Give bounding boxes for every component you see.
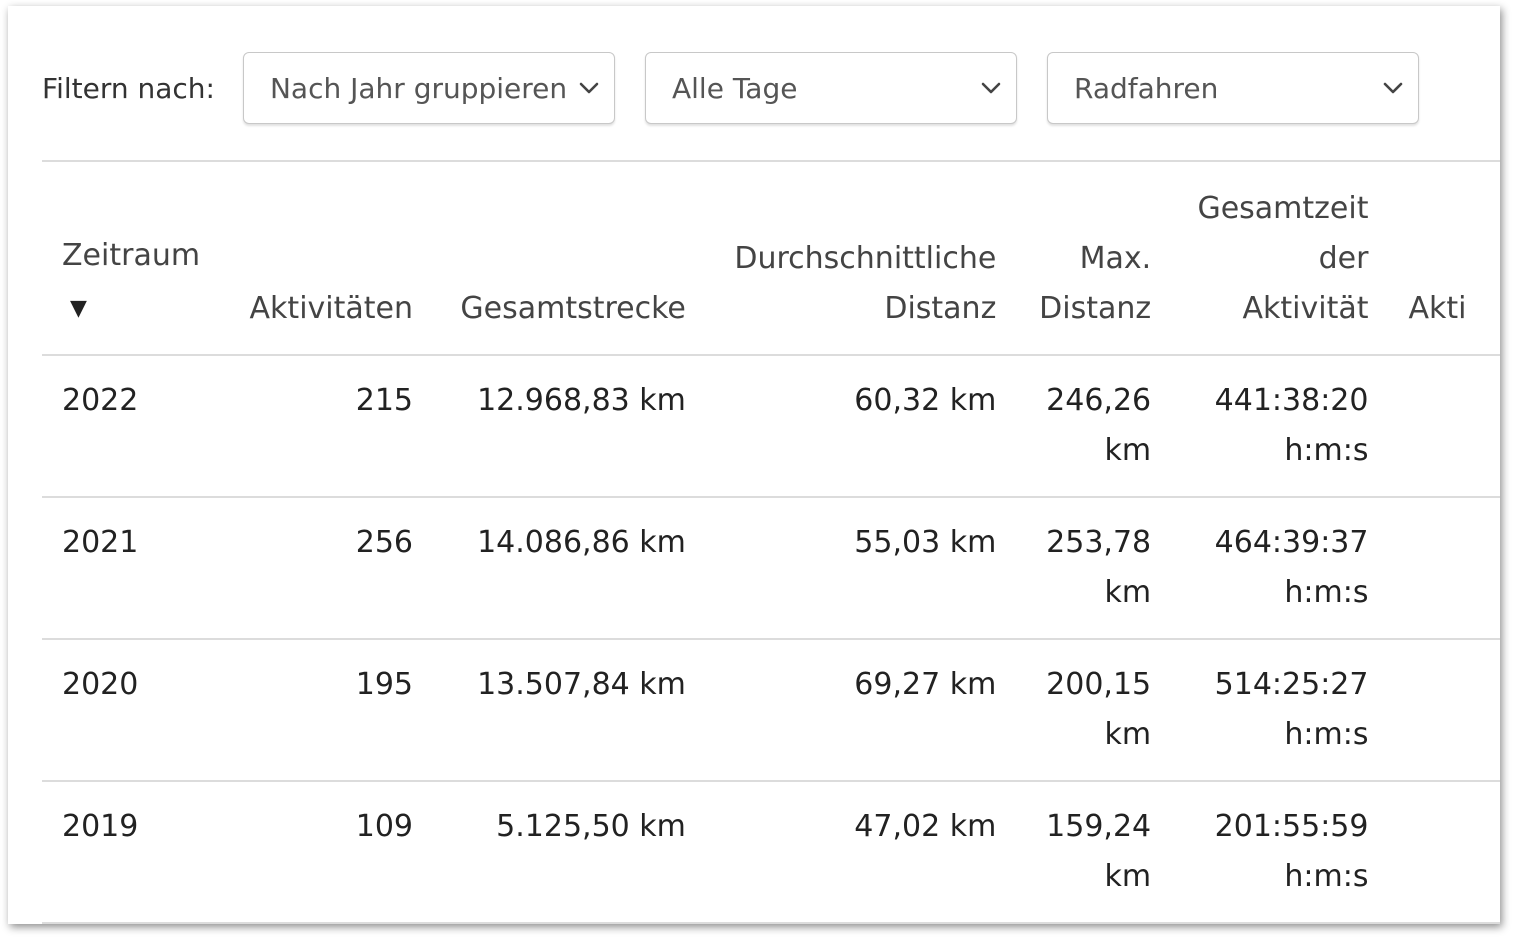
cell-max-distance: 246,26 km — [1046, 383, 1152, 468]
group-by-value: Nach Jahr gruppieren — [269, 71, 568, 105]
table-row: 2022 215 12.968,83 km 60,32 km 246,26 km… — [42, 355, 1500, 497]
days-select[interactable]: Alle Tage — [644, 52, 1017, 124]
sort-descending-icon: ▼ — [70, 296, 87, 321]
cell-total-distance: 5.125,50 km — [496, 809, 686, 844]
cell-total-distance: 13.507,84 km — [477, 667, 686, 702]
column-header-period[interactable]: Zeitraum ▼ — [42, 161, 221, 355]
cell-total-distance: 14.086,86 km — [477, 525, 686, 560]
cell-total-distance: 12.968,83 km — [477, 383, 686, 418]
cell-avg-distance: 47,02 km — [854, 809, 997, 844]
cell-total-time: 464:39:37 h:m:s — [1214, 525, 1369, 610]
cell-period: 2020 — [62, 667, 139, 702]
filter-bar: Filtern nach: Nach Jahr gruppieren Alle … — [42, 50, 1449, 126]
column-header-truncated[interactable]: Akti — [1388, 161, 1500, 355]
group-by-select[interactable]: Nach Jahr gruppieren — [242, 52, 615, 124]
cell-activities: 256 — [355, 525, 413, 560]
cell-period: 2021 — [62, 525, 139, 560]
cell-truncated — [1388, 497, 1500, 639]
cell-max-distance: 253,78 km — [1046, 525, 1152, 610]
cell-truncated — [1388, 639, 1500, 781]
days-value: Alle Tage — [671, 71, 798, 105]
cell-truncated — [1388, 781, 1500, 923]
cell-activities: 109 — [355, 809, 413, 844]
cell-activities: 215 — [355, 383, 413, 418]
cell-avg-distance: 69,27 km — [854, 667, 997, 702]
chevron-down-icon — [981, 82, 1001, 94]
cell-max-distance: 159,24 km — [1046, 809, 1152, 894]
chevron-down-icon — [1383, 82, 1403, 94]
stats-table-container: Zeitraum ▼ Aktivitäten Gesamtstrecke Dur… — [42, 160, 1500, 924]
sport-select[interactable]: Radfahren — [1046, 52, 1419, 124]
screenshot-panel: Filtern nach: Nach Jahr gruppieren Alle … — [8, 6, 1500, 924]
table-row: 2020 195 13.507,84 km 69,27 km 200,15 km… — [42, 639, 1500, 781]
column-header-max-distance[interactable]: Max. Distanz — [1016, 161, 1171, 355]
cell-truncated — [1388, 355, 1500, 497]
stats-table: Zeitraum ▼ Aktivitäten Gesamtstrecke Dur… — [42, 160, 1500, 924]
cell-max-distance: 200,15 km — [1046, 667, 1152, 752]
table-header-row: Zeitraum ▼ Aktivitäten Gesamtstrecke Dur… — [42, 161, 1500, 355]
cell-period: 2022 — [62, 383, 139, 418]
cell-avg-distance: 55,03 km — [854, 525, 997, 560]
cell-activities: 195 — [355, 667, 413, 702]
table-row: 2021 256 14.086,86 km 55,03 km 253,78 km… — [42, 497, 1500, 639]
cell-total-time: 514:25:27 h:m:s — [1214, 667, 1369, 752]
column-header-total-distance[interactable]: Gesamtstrecke — [433, 161, 706, 355]
column-header-total-time[interactable]: Gesamtzeit der Aktivität — [1171, 161, 1388, 355]
column-header-avg-distance[interactable]: Durchschnittliche Distanz — [706, 161, 1016, 355]
column-header-activities[interactable]: Aktivitäten — [221, 161, 433, 355]
table-row: 2019 109 5.125,50 km 47,02 km 159,24 km … — [42, 781, 1500, 923]
cell-total-time: 201:55:59 h:m:s — [1214, 809, 1369, 894]
cell-period: 2019 — [62, 809, 139, 844]
cell-avg-distance: 60,32 km — [854, 383, 997, 418]
chevron-down-icon — [579, 82, 599, 94]
filter-label: Filtern nach: — [42, 71, 215, 105]
cell-total-time: 441:38:20 h:m:s — [1214, 383, 1369, 468]
sport-value: Radfahren — [1073, 71, 1219, 105]
